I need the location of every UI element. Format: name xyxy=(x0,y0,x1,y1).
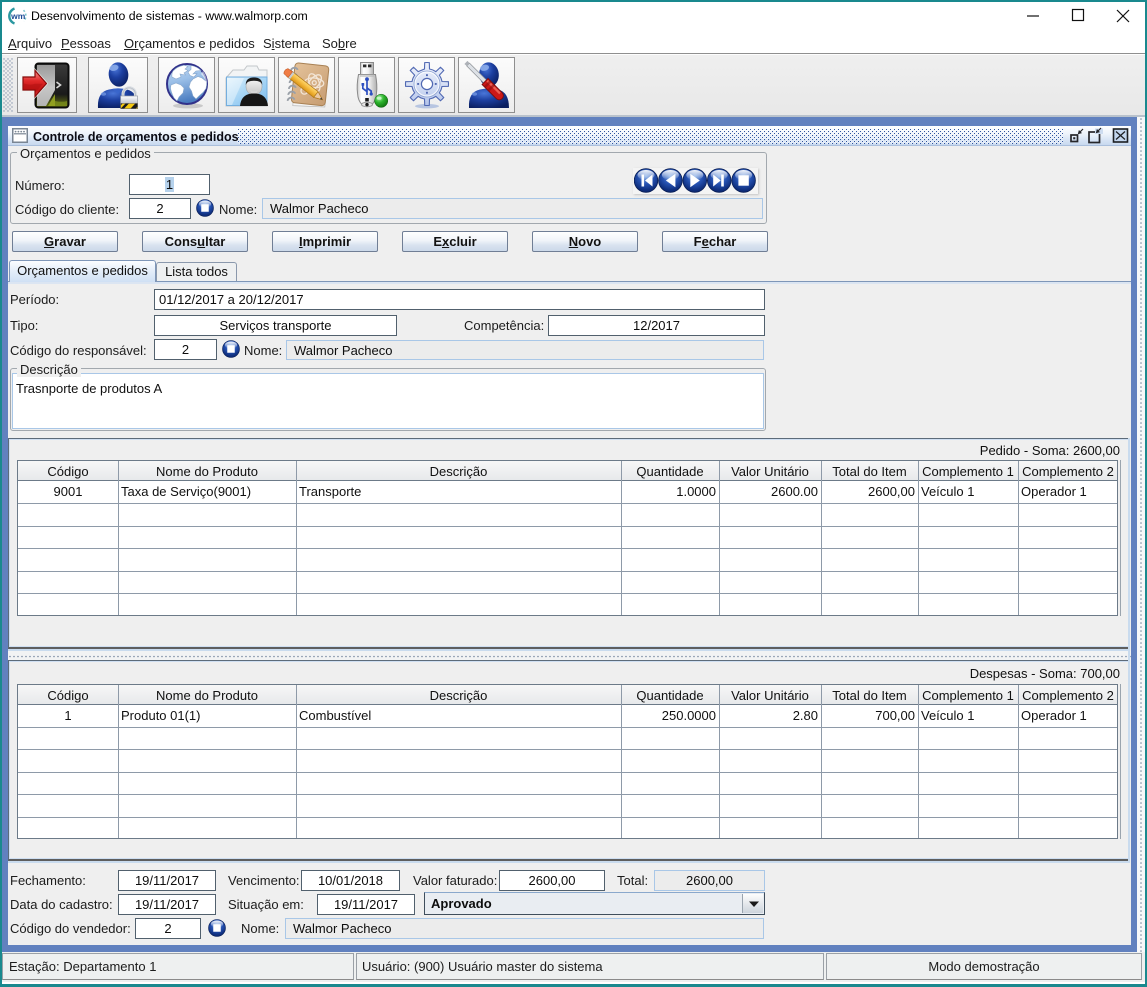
svg-text:wm: wm xyxy=(10,11,26,21)
